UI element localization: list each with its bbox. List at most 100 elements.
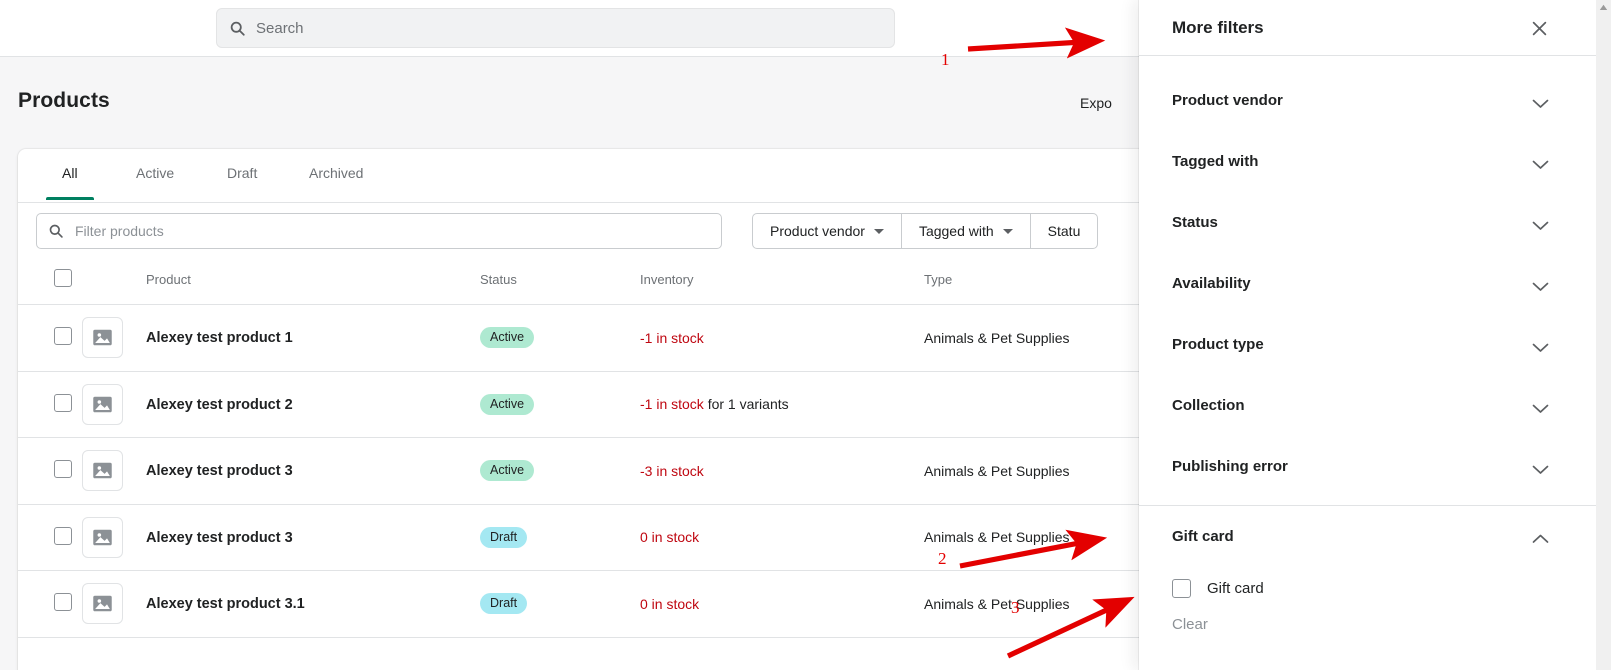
column-header-product: Product <box>146 261 480 305</box>
global-search-placeholder: Search <box>256 19 304 37</box>
inventory-count: -1 in stock <box>640 329 704 346</box>
more-filters-header: More filters <box>1139 0 1611 56</box>
chevron-down-icon <box>1532 96 1549 108</box>
inventory-suffix: for 1 variants <box>703 396 789 413</box>
vertical-scrollbar[interactable] <box>1596 0 1611 670</box>
thumbnail-header <box>82 261 146 305</box>
filter-section-collection[interactable]: Collection <box>1139 375 1611 436</box>
filter-section-product-vendor[interactable]: Product vendor <box>1139 70 1611 131</box>
page-title: Products <box>18 89 110 112</box>
product-type: Animals & Pet Supplies <box>924 595 1070 612</box>
filter-section-label: Tagged with <box>1172 153 1259 170</box>
table-row[interactable]: Alexey test product 1 Active -1 in stock… <box>18 304 1268 372</box>
scroll-up-arrow-icon[interactable] <box>1596 0 1611 15</box>
product-name: Alexey test product 3.1 <box>146 596 305 613</box>
row-checkbox[interactable] <box>54 327 72 346</box>
status-cell: Active <box>480 371 640 438</box>
status-badge: Active <box>480 460 535 482</box>
product-image-placeholder-icon <box>82 450 123 492</box>
table-row[interactable]: Alexey test product 3.1 Draft 0 in stock… <box>18 570 1268 638</box>
global-search-input[interactable]: Search <box>216 8 895 48</box>
gift-card-checkbox-row[interactable]: Gift card <box>1172 566 1611 610</box>
tab-active[interactable]: Active <box>136 165 174 195</box>
inventory-cell: -1 in stock <box>640 304 924 372</box>
table-row[interactable]: Alexey test product 3 Active -3 in stock… <box>18 437 1268 505</box>
chevron-down-icon <box>1532 340 1549 352</box>
chevron-down-icon <box>1532 218 1549 230</box>
row-select-cell <box>18 371 82 438</box>
filter-section-label: Status <box>1172 214 1218 231</box>
filter-section-status[interactable]: Status <box>1139 192 1611 253</box>
filter-product-vendor-button[interactable]: Product vendor <box>753 214 902 248</box>
row-checkbox[interactable] <box>54 593 72 612</box>
product-name-cell: Alexey test product 2 <box>146 371 480 438</box>
inventory-cell: -3 in stock <box>640 437 924 505</box>
filter-button-group: Product vendor Tagged with Statu <box>752 213 1099 249</box>
filter-section-label: Product type <box>1172 336 1264 353</box>
tab-bar: All Active Draft Archived <box>18 149 1268 203</box>
filter-tagged-with-button[interactable]: Tagged with <box>902 214 1031 248</box>
export-button[interactable]: Expo <box>1080 95 1112 111</box>
clear-button[interactable]: Clear <box>1172 616 1611 633</box>
app-root: Search Products Expo All Active Draft Ar… <box>0 0 1611 670</box>
gift-card-checkbox[interactable] <box>1172 578 1191 598</box>
status-cell: Draft <box>480 570 640 638</box>
select-all-checkbox[interactable] <box>54 269 72 287</box>
more-filters-title: More filters <box>1172 17 1264 37</box>
status-badge: Draft <box>480 526 528 548</box>
filter-section-availability[interactable]: Availability <box>1139 253 1611 314</box>
row-thumbnail-cell <box>82 504 146 571</box>
product-name-cell: Alexey test product 3 <box>146 437 480 505</box>
chevron-down-icon <box>1532 157 1549 169</box>
table-row[interactable]: Alexey test product 3 Draft 0 in stock A… <box>18 504 1268 571</box>
tab-all[interactable]: All <box>46 165 94 200</box>
filter-section-gift-card[interactable]: Gift card <box>1139 505 1611 566</box>
filter-section-tagged-with[interactable]: Tagged with <box>1139 131 1611 192</box>
product-type: Animals & Pet Supplies <box>924 529 1070 546</box>
product-image-placeholder-icon <box>82 383 123 425</box>
gift-card-options: Gift card Clear <box>1139 566 1611 633</box>
filter-section-label: Availability <box>1172 275 1251 292</box>
filter-section-product-type[interactable]: Product type <box>1139 314 1611 375</box>
annotation-number-2: 2 <box>938 549 947 568</box>
tab-active-label: Active <box>136 165 175 181</box>
product-name-cell: Alexey test product 3.1 <box>146 570 480 638</box>
product-name: Alexey test product 1 <box>146 330 293 347</box>
row-thumbnail-cell <box>82 437 146 505</box>
row-checkbox[interactable] <box>54 393 72 412</box>
inventory-count: 0 in stock <box>640 595 700 612</box>
filter-products-placeholder: Filter products <box>75 223 164 239</box>
filter-products-input[interactable]: Filter products <box>36 213 722 249</box>
row-checkbox[interactable] <box>54 526 72 545</box>
tab-draft-label: Draft <box>227 165 258 181</box>
table-row[interactable]: Alexey test product 2 Active -1 in stock… <box>18 371 1268 438</box>
inventory-cell: 0 in stock <box>640 504 924 571</box>
row-checkbox[interactable] <box>54 460 72 479</box>
close-icon[interactable] <box>1527 16 1551 40</box>
row-select-cell <box>18 304 82 372</box>
status-badge: Active <box>480 393 535 415</box>
tab-active-indicator <box>46 197 94 200</box>
row-thumbnail-cell <box>82 371 146 438</box>
more-filters-body: Product vendor Tagged with Status Availa… <box>1139 70 1611 633</box>
filter-section-publishing-error[interactable]: Publishing error <box>1139 436 1611 497</box>
filter-status-button[interactable]: Statu <box>1031 214 1098 248</box>
tab-draft[interactable]: Draft <box>227 165 257 195</box>
filter-status-label: Statu <box>1047 223 1081 239</box>
product-name-cell: Alexey test product 1 <box>146 304 480 372</box>
tab-archived[interactable]: Archived <box>309 165 363 195</box>
chevron-down-icon <box>1532 401 1549 413</box>
status-cell: Active <box>480 437 640 505</box>
inventory-cell: 0 in stock <box>640 570 924 638</box>
product-type: Animals & Pet Supplies <box>924 462 1070 479</box>
product-name: Alexey test product 3 <box>146 529 293 546</box>
search-icon-small <box>48 223 65 240</box>
row-select-cell <box>18 504 82 571</box>
filter-row: Filter products Product vendor Tagged wi… <box>18 203 1268 261</box>
row-thumbnail-cell <box>82 570 146 638</box>
select-all-header <box>18 261 82 305</box>
filter-section-label: Gift card <box>1172 527 1234 545</box>
product-type: Animals & Pet Supplies <box>924 329 1070 346</box>
inventory-cell: -1 in stock for 1 variants <box>640 371 924 438</box>
search-icon <box>229 20 246 37</box>
